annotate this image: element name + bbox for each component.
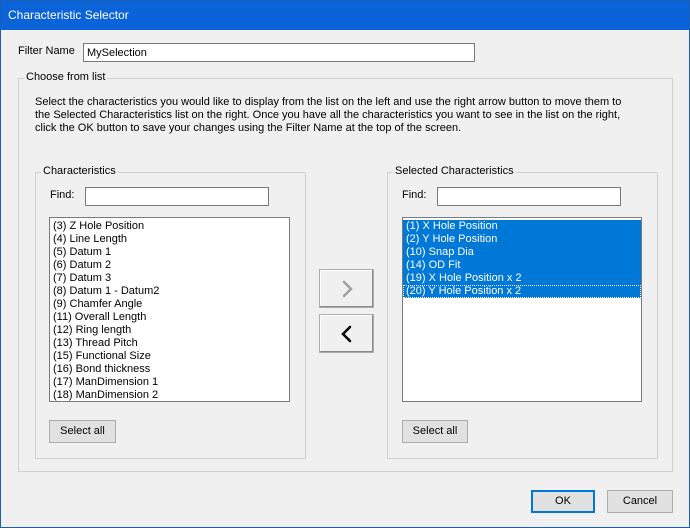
characteristics-list-item[interactable]: (12) Ring length — [50, 324, 289, 337]
characteristics-list-item[interactable]: (18) ManDimension 2 — [50, 389, 289, 401]
characteristics-list-item[interactable]: (4) Line Length — [50, 233, 289, 246]
filter-name-label: Filter Name — [18, 45, 75, 57]
instructions-text: Select the characteristics you would lik… — [35, 96, 622, 134]
characteristics-list[interactable]: (3) Z Hole Position (4) Line Length (5) Da… — [49, 217, 290, 402]
characteristics-select-all-button[interactable]: Select all — [49, 420, 116, 443]
dialog-window: Characteristic Selector Filter Name Choo… — [0, 0, 690, 528]
window-title: Characteristic Selector — [8, 8, 129, 22]
chevron-left-icon — [341, 325, 352, 343]
selected-list-item[interactable]: (2) Y Hole Position — [403, 233, 641, 246]
choose-from-list-label: Choose from list — [24, 71, 108, 83]
selected-find-label: Find: — [402, 189, 427, 201]
characteristics-list-item[interactable]: (11) Overall Length — [50, 311, 289, 324]
characteristics-list-item[interactable]: (13) Thread Pitch — [50, 337, 289, 350]
chevron-right-icon — [342, 280, 353, 298]
characteristics-list-item[interactable]: (17) ManDimension 1 — [50, 376, 289, 389]
selected-list-item[interactable]: (14) OD Fit — [403, 259, 641, 272]
selected-characteristics-label: Selected Characteristics — [393, 165, 516, 177]
characteristics-list-item[interactable]: (15) Functional Size — [50, 350, 289, 363]
characteristics-list-item[interactable]: (6) Datum 2 — [50, 259, 289, 272]
selected-characteristics-list[interactable]: (1) X Hole Position (2) Y Hole Position (1… — [402, 217, 642, 402]
selected-select-all-button[interactable]: Select all — [402, 420, 468, 443]
selected-list-item[interactable]: (1) X Hole Position — [403, 220, 641, 233]
selected-list-item[interactable]: (10) Snap Dia — [403, 246, 641, 259]
characteristics-list-item[interactable]: (8) Datum 1 - Datum2 — [50, 285, 289, 298]
selected-find-input[interactable] — [437, 187, 621, 206]
characteristics-list-item[interactable]: (7) Datum 3 — [50, 272, 289, 285]
selected-list-item[interactable]: (20) Y Hole Position x 2 — [403, 285, 641, 298]
filter-name-input[interactable] — [83, 43, 475, 62]
characteristics-find-label: Find: — [50, 189, 75, 201]
title-bar[interactable]: Characteristic Selector — [1, 1, 689, 30]
characteristics-list-item[interactable]: (9) Chamfer Angle — [50, 298, 289, 311]
characteristics-list-item[interactable]: (3) Z Hole Position — [50, 220, 289, 233]
characteristics-list-item[interactable]: (16) Bond thickness — [50, 363, 289, 376]
selected-list-item[interactable]: (19) X Hole Position x 2 — [403, 272, 641, 285]
ok-button[interactable]: OK — [531, 490, 595, 513]
characteristics-label: Characteristics — [41, 165, 118, 177]
remove-from-selected-button[interactable] — [319, 314, 374, 353]
cancel-button[interactable]: Cancel — [607, 490, 673, 513]
add-to-selected-button[interactable] — [319, 269, 374, 308]
characteristics-find-input[interactable] — [85, 187, 269, 206]
characteristics-list-item[interactable]: (5) Datum 1 — [50, 246, 289, 259]
